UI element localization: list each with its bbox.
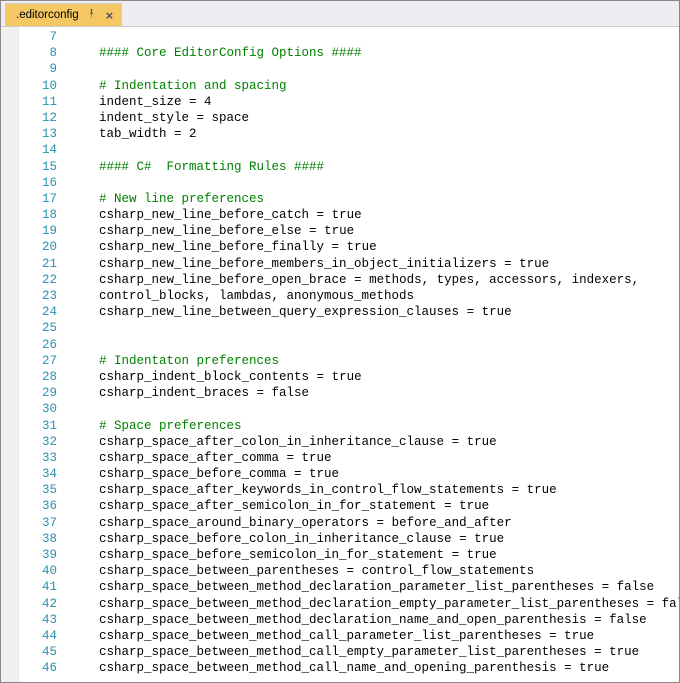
line-number: 18 <box>19 207 57 223</box>
line-number: 32 <box>19 434 57 450</box>
code-line[interactable]: # New line preferences <box>67 191 679 207</box>
code-line[interactable]: tab_width = 2 <box>67 126 679 142</box>
code-line[interactable]: csharp_space_around_binary_operators = b… <box>67 515 679 531</box>
code-line[interactable]: csharp_space_after_keywords_in_control_f… <box>67 482 679 498</box>
line-number: 25 <box>19 320 57 336</box>
line-number: 26 <box>19 337 57 353</box>
code-line[interactable]: control_blocks, lambdas, anonymous_metho… <box>67 288 679 304</box>
line-number: 46 <box>19 660 57 676</box>
line-number: 13 <box>19 126 57 142</box>
editor-area[interactable]: 7891011121314151617181920212223242526272… <box>1 27 679 682</box>
line-number: 16 <box>19 175 57 191</box>
line-number: 9 <box>19 61 57 77</box>
editor-margin <box>1 27 19 682</box>
line-number: 44 <box>19 628 57 644</box>
code-line[interactable]: # Indentation and spacing <box>67 78 679 94</box>
line-number: 36 <box>19 498 57 514</box>
line-number: 30 <box>19 401 57 417</box>
code-line[interactable]: indent_style = space <box>67 110 679 126</box>
code-line[interactable]: csharp_space_between_method_declaration_… <box>67 596 679 612</box>
code-line[interactable]: csharp_new_line_before_finally = true <box>67 239 679 255</box>
line-number: 23 <box>19 288 57 304</box>
line-number: 33 <box>19 450 57 466</box>
code-line[interactable]: csharp_new_line_before_open_brace = meth… <box>67 272 679 288</box>
code-line[interactable]: #### Core EditorConfig Options #### <box>67 45 679 61</box>
code-line[interactable]: # Indentaton preferences <box>67 353 679 369</box>
code-line[interactable]: #### C# Formatting Rules #### <box>67 159 679 175</box>
line-number: 17 <box>19 191 57 207</box>
pin-icon[interactable] <box>87 9 96 21</box>
line-number: 28 <box>19 369 57 385</box>
line-number: 20 <box>19 239 57 255</box>
code-line[interactable] <box>67 337 679 353</box>
code-line[interactable]: csharp_space_after_comma = true <box>67 450 679 466</box>
code-line[interactable] <box>67 175 679 191</box>
line-number: 12 <box>19 110 57 126</box>
code-line[interactable]: csharp_space_before_colon_in_inheritance… <box>67 531 679 547</box>
line-number: 35 <box>19 482 57 498</box>
code-line[interactable]: # Space preferences <box>67 418 679 434</box>
code-line[interactable]: csharp_indent_braces = false <box>67 385 679 401</box>
code-line[interactable] <box>67 142 679 158</box>
code-line[interactable]: csharp_space_between_method_call_empty_p… <box>67 644 679 660</box>
code-line[interactable] <box>67 401 679 417</box>
code-line[interactable]: csharp_new_line_before_catch = true <box>67 207 679 223</box>
code-line[interactable]: csharp_space_after_colon_in_inheritance_… <box>67 434 679 450</box>
line-number: 15 <box>19 159 57 175</box>
code-line[interactable]: csharp_space_between_method_call_name_an… <box>67 660 679 676</box>
line-number: 22 <box>19 272 57 288</box>
code-line[interactable]: csharp_new_line_before_else = true <box>67 223 679 239</box>
line-number: 34 <box>19 466 57 482</box>
code-line[interactable]: csharp_new_line_between_query_expression… <box>67 304 679 320</box>
line-number-gutter: 7891011121314151617181920212223242526272… <box>19 27 63 682</box>
line-number: 24 <box>19 304 57 320</box>
line-number: 38 <box>19 531 57 547</box>
code-line[interactable]: csharp_new_line_before_members_in_object… <box>67 256 679 272</box>
code-line[interactable]: csharp_space_after_semicolon_in_for_stat… <box>67 498 679 514</box>
active-tab[interactable]: .editorconfig × <box>5 3 122 26</box>
code-line[interactable]: csharp_space_between_method_declaration_… <box>67 612 679 628</box>
code-line[interactable]: csharp_space_before_comma = true <box>67 466 679 482</box>
line-number: 11 <box>19 94 57 110</box>
code-line[interactable]: indent_size = 4 <box>67 94 679 110</box>
line-number: 41 <box>19 579 57 595</box>
line-number: 39 <box>19 547 57 563</box>
line-number: 37 <box>19 515 57 531</box>
line-number: 27 <box>19 353 57 369</box>
line-number: 40 <box>19 563 57 579</box>
line-number: 43 <box>19 612 57 628</box>
line-number: 42 <box>19 596 57 612</box>
code-line[interactable] <box>67 29 679 45</box>
line-number: 45 <box>19 644 57 660</box>
code-content[interactable]: #### Core EditorConfig Options #### # Ind… <box>63 27 679 682</box>
code-line[interactable]: csharp_space_between_parentheses = contr… <box>67 563 679 579</box>
line-number: 19 <box>19 223 57 239</box>
line-number: 21 <box>19 256 57 272</box>
code-line[interactable]: csharp_space_between_method_declaration_… <box>67 579 679 595</box>
code-line[interactable] <box>67 320 679 336</box>
close-icon[interactable]: × <box>104 8 116 23</box>
code-line[interactable] <box>67 61 679 77</box>
line-number: 14 <box>19 142 57 158</box>
line-number: 29 <box>19 385 57 401</box>
line-number: 31 <box>19 418 57 434</box>
tab-title: .editorconfig <box>16 9 79 21</box>
line-number: 8 <box>19 45 57 61</box>
code-line[interactable]: csharp_space_before_semicolon_in_for_sta… <box>67 547 679 563</box>
line-number: 7 <box>19 29 57 45</box>
tab-bar: .editorconfig × <box>1 1 679 27</box>
code-line[interactable]: csharp_space_between_method_call_paramet… <box>67 628 679 644</box>
line-number: 10 <box>19 78 57 94</box>
code-line[interactable]: csharp_indent_block_contents = true <box>67 369 679 385</box>
